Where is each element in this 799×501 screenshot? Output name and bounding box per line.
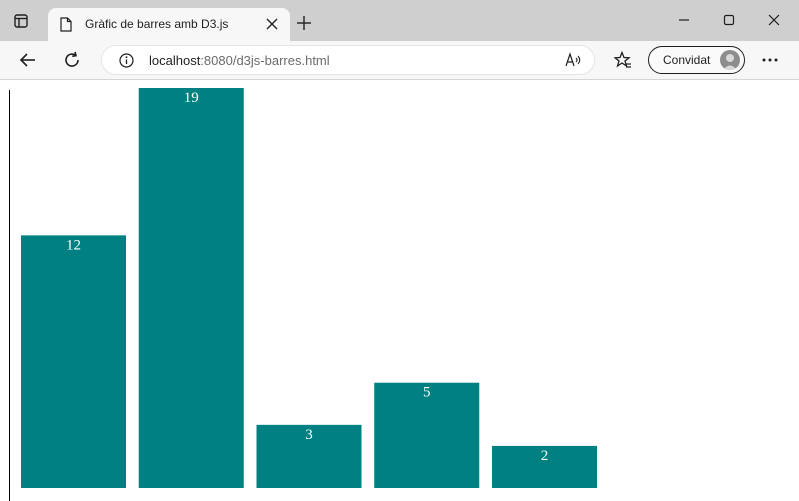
bars-group: 12 19 3 5 2: [21, 88, 597, 488]
reload-icon[interactable]: [63, 51, 81, 69]
active-tab[interactable]: Gràfic de barres amb D3.js: [48, 8, 290, 41]
tab-title: Gràfic de barres amb D3.js: [85, 17, 229, 31]
close-window-icon[interactable]: [767, 13, 781, 27]
new-tab-icon[interactable]: [297, 16, 311, 30]
more-options-icon[interactable]: [761, 51, 779, 69]
minimize-icon[interactable]: [677, 13, 691, 27]
bar-value-label-2: 19: [184, 90, 199, 106]
close-tab-icon[interactable]: [266, 18, 278, 30]
bar-chart: 12 19 3 5 2: [9, 88, 597, 501]
profile-label: Convidat: [663, 53, 711, 67]
guest-avatar-icon: [723, 54, 737, 70]
bar-2: [138, 88, 244, 488]
url-host: localhost: [149, 53, 201, 68]
bar-value-label-3: 3: [305, 427, 313, 443]
bar-value-label-1: 12: [66, 237, 81, 253]
browser-toolbar: localhost:8080/d3js-barres.html Convidat: [0, 41, 799, 80]
page-icon: [60, 17, 72, 32]
address-bar[interactable]: localhost:8080/d3js-barres.html: [101, 45, 595, 75]
tab-actions-icon[interactable]: [14, 14, 28, 28]
profile-button[interactable]: Convidat: [648, 46, 745, 74]
url-text[interactable]: localhost:8080/d3js-barres.html: [149, 53, 330, 68]
favorites-icon[interactable]: [614, 51, 632, 69]
bar-1: [21, 235, 126, 488]
maximize-icon[interactable]: [722, 13, 736, 27]
site-info-icon[interactable]: [119, 53, 134, 68]
bar-value-label-4: 5: [423, 385, 431, 401]
bar-value-label-5: 2: [541, 448, 549, 464]
tab-strip: Gràfic de barres amb D3.js: [0, 0, 799, 41]
back-arrow-icon[interactable]: [19, 51, 37, 69]
avatar: [720, 50, 740, 70]
read-aloud-icon[interactable]: [565, 52, 583, 68]
page-content: 12 19 3 5 2: [0, 80, 799, 501]
url-path: :8080/d3js-barres.html: [200, 53, 330, 68]
